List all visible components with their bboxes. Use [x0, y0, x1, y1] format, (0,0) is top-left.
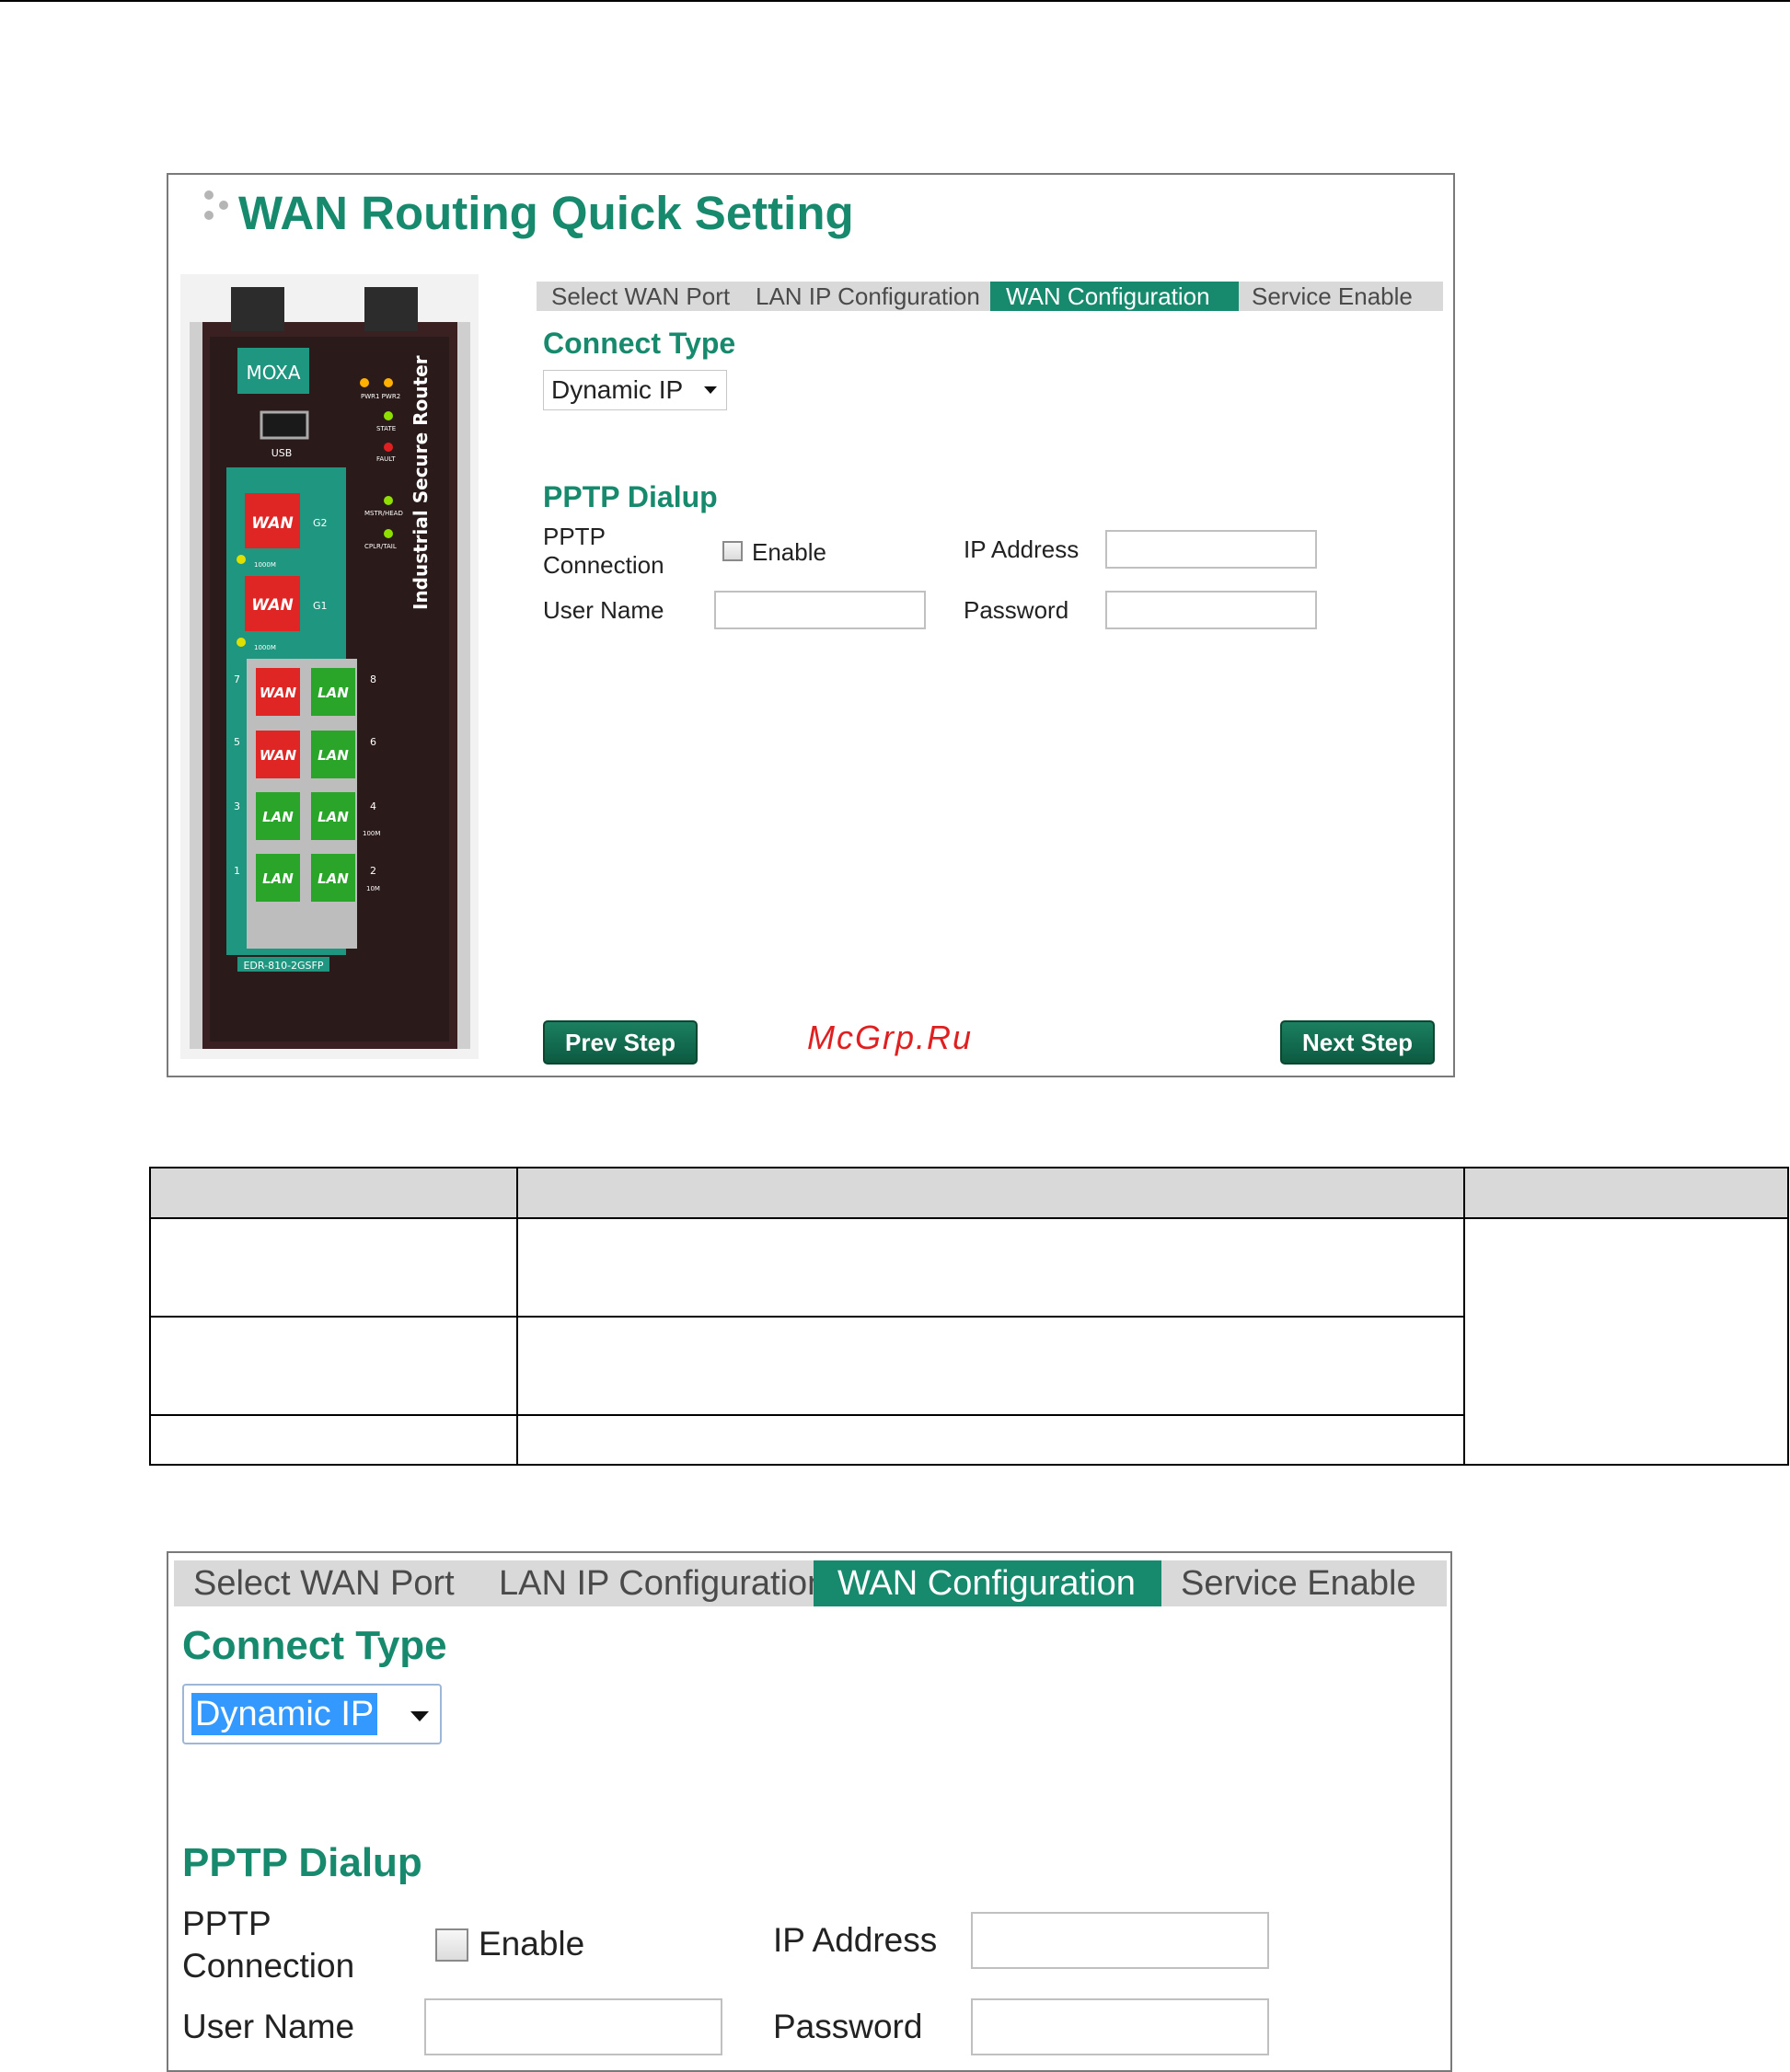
settings-table — [149, 1167, 1789, 1466]
password-input[interactable] — [1105, 591, 1317, 629]
pptp-dialup-heading: PPTP Dialup — [543, 480, 718, 513]
port-1-label: LAN — [262, 870, 294, 887]
sfp-g2-label: WAN — [251, 514, 294, 533]
tab-select-wan-port[interactable]: Select WAN Port — [174, 1560, 469, 1606]
user-name-input[interactable] — [714, 591, 926, 629]
user-name-label: User Name — [182, 2008, 355, 2045]
user-name-label: User Name — [543, 596, 664, 624]
pptp-connection-label-line2: Connection — [543, 551, 664, 579]
ip-address-input[interactable] — [971, 1912, 1269, 1969]
sfp-g2-id: G2 — [313, 517, 328, 529]
led-label-mstr: MSTR/HEAD — [364, 510, 403, 517]
router-device-image: MOXA USB PWR1 PWR2 STATE FAULT MSTR/HEAD… — [180, 274, 479, 1059]
sfp-g2-speed: 1000M — [254, 561, 276, 569]
ip-address-input[interactable] — [1105, 530, 1317, 569]
port-num-2: 2 — [370, 865, 376, 877]
prev-step-button[interactable]: Prev Step — [543, 1020, 698, 1065]
model-label: EDR-810-2GSFP — [243, 960, 323, 972]
speed-label-100m: 100M — [363, 830, 380, 837]
connect-type-value: Dynamic IP — [191, 1693, 378, 1735]
watermark: McGrp.Ru — [807, 1019, 974, 1056]
next-step-button[interactable]: Next Step — [1280, 1020, 1435, 1065]
user-name-input[interactable] — [424, 1998, 722, 2055]
password-label: Password — [773, 2008, 923, 2045]
tab-lan-ip-configuration[interactable]: LAN IP Configuration — [745, 282, 990, 311]
speed-label-10m: 10M — [366, 885, 380, 892]
tab-select-wan-port[interactable]: Select WAN Port — [537, 282, 745, 311]
wan-configuration-zoom-panel: Select WAN Port LAN IP Configuration WAN… — [167, 1551, 1452, 2072]
pptp-enable-checkbox[interactable] — [722, 541, 743, 561]
port-4-label: LAN — [318, 809, 349, 825]
port-num-7: 7 — [234, 673, 240, 685]
port-num-5: 5 — [234, 736, 240, 748]
port-5-label: WAN — [260, 747, 297, 764]
tab-service-enable[interactable]: Service Enable — [1239, 282, 1443, 311]
wizard-tabs: Select WAN Port LAN IP Configuration WAN… — [537, 282, 1443, 311]
port-num-4: 4 — [370, 800, 376, 812]
usb-label: USB — [271, 447, 293, 459]
connect-type-value: Dynamic IP — [551, 375, 684, 404]
led-label-state: STATE — [376, 425, 396, 432]
connect-type-heading: Connect Type — [182, 1623, 447, 1668]
tab-service-enable[interactable]: Service Enable — [1161, 1560, 1447, 1606]
chevron-down-icon — [410, 1711, 429, 1721]
ip-address-label: IP Address — [773, 1921, 938, 1959]
tab-wan-configuration[interactable]: WAN Configuration — [814, 1560, 1161, 1606]
pptp-connection-label-line2: Connection — [182, 1947, 355, 1985]
port-2-label: LAN — [318, 870, 349, 887]
pptp-enable-checkbox[interactable] — [435, 1928, 468, 1962]
moxa-logo: MOXA — [246, 362, 300, 384]
password-label: Password — [964, 596, 1069, 624]
pptp-enable-label: Enable — [752, 538, 826, 566]
port-num-6: 6 — [370, 736, 376, 748]
pptp-dialup-heading: PPTP Dialup — [182, 1840, 422, 1885]
wizard-tabs-zoom: Select WAN Port LAN IP Configuration WAN… — [174, 1560, 1447, 1606]
page-title: WAN Routing Quick Setting — [238, 187, 854, 239]
port-num-3: 3 — [234, 800, 240, 812]
tab-wan-configuration[interactable]: WAN Configuration — [990, 282, 1239, 311]
password-input[interactable] — [971, 1998, 1269, 2055]
sfp-g1-label: WAN — [251, 596, 294, 615]
tab-lan-ip-configuration[interactable]: LAN IP Configuration — [469, 1560, 826, 1606]
port-num-8: 8 — [370, 673, 376, 685]
led-label-fault: FAULT — [376, 455, 396, 463]
sfp-g1-id: G1 — [313, 600, 328, 612]
port-3-label: LAN — [262, 809, 294, 825]
bullet-dots-icon — [204, 190, 228, 220]
ip-address-label: IP Address — [964, 535, 1080, 563]
port-8-label: LAN — [318, 685, 349, 701]
port-6-label: LAN — [318, 747, 349, 764]
chevron-down-icon — [704, 386, 717, 394]
table-header-row — [149, 1167, 1789, 1217]
product-label: Industrial Secure Router — [410, 355, 432, 610]
connect-type-heading: Connect Type — [543, 327, 736, 360]
led-label-cplr: CPLR/TAIL — [364, 543, 397, 550]
port-num-1: 1 — [234, 865, 240, 877]
page-top-rule — [0, 0, 1790, 2]
port-7-label: WAN — [260, 685, 297, 701]
pptp-connection-label-line1: PPTP — [182, 1905, 271, 1942]
wizard-panel: WAN Routing Quick Setting MOXA USB PWR1 … — [167, 173, 1455, 1077]
sfp-g1-speed: 1000M — [254, 644, 276, 651]
led-label-pwr: PWR1 PWR2 — [361, 393, 400, 400]
pptp-connection-label-line1: PPTP — [543, 523, 606, 550]
connect-type-select[interactable]: Dynamic IP — [543, 370, 727, 410]
connect-type-select[interactable]: Dynamic IP — [182, 1684, 442, 1744]
pptp-enable-label: Enable — [479, 1925, 585, 1963]
